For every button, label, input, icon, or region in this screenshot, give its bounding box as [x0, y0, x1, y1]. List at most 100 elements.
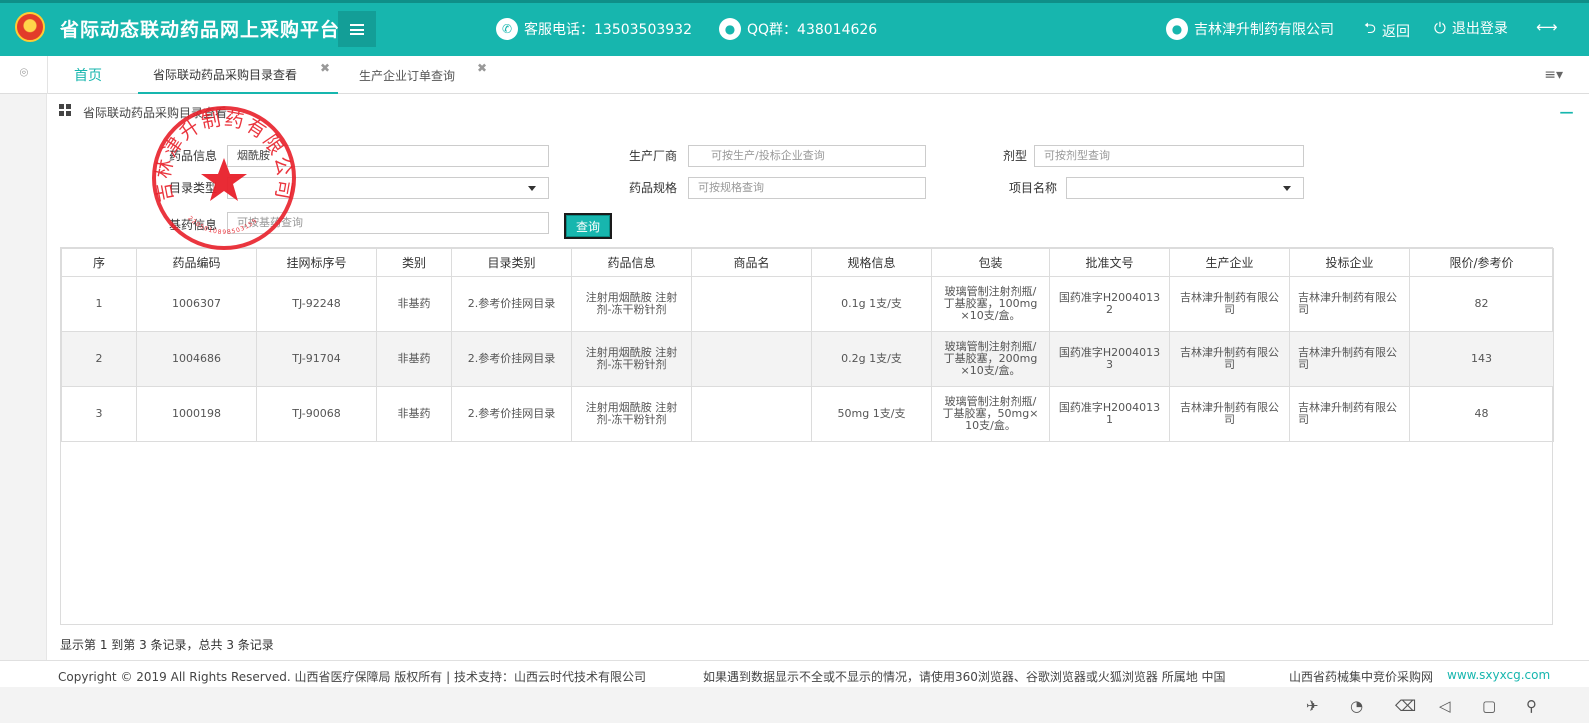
pagination-info: 显示第 1 到第 3 条记录，总共 3 条记录 — [60, 638, 274, 652]
service-phone: ✆ 客服电话：13503503932 — [496, 18, 692, 40]
rocket-icon[interactable]: ✈ — [1306, 697, 1319, 715]
footer: Copyright © 2019 All Rights Reserved. 山西… — [0, 660, 1589, 687]
manufacturer-field[interactable]: 可按生产/投标企业查询 — [688, 145, 926, 167]
arrows-horizontal-icon: ⟷ — [1536, 18, 1558, 36]
cell-trade-name — [691, 386, 812, 442]
project-name-label: 项目名称 — [1008, 181, 1057, 195]
catalog-type-label: 目录类型 — [168, 181, 217, 195]
cell-price: 82 — [1409, 276, 1554, 332]
user-icon: ● — [1166, 18, 1188, 40]
table-row[interactable]: 3 1000198 TJ-90068 非基药 2.参考价挂网目录 注射用烟酰胺 … — [61, 386, 1554, 442]
power-icon: ⏻ — [1434, 19, 1446, 37]
tab-order-query[interactable]: 生产企业订单查询 ✖ — [345, 56, 505, 94]
cell-packaging: 玻璃管制注射剂瓶/丁基胶塞，200mg×10支/盒。 — [931, 331, 1050, 387]
cell-category: 非基药 — [376, 276, 452, 332]
cell-listing-no: TJ-92248 — [256, 276, 377, 332]
panel-header: 省际联动药品采购目录查看 − — [47, 94, 1589, 134]
cell-index: 1 — [61, 276, 137, 332]
speed-icon[interactable]: ◔ — [1350, 697, 1363, 715]
column-header[interactable]: 目录类别 — [451, 248, 572, 277]
cell-drug-code: 1006307 — [136, 276, 257, 332]
cell-approval-no: 国药准字H20040132 — [1049, 276, 1170, 332]
close-icon[interactable]: ✖ — [320, 61, 330, 75]
divider — [47, 56, 48, 94]
window-icon[interactable]: ▢ — [1482, 697, 1496, 715]
cell-index: 3 — [61, 386, 137, 442]
cell-approval-no: 国药准字H20040133 — [1049, 331, 1170, 387]
column-header[interactable]: 药品信息 — [571, 248, 692, 277]
tab-home[interactable]: 首页 — [58, 56, 118, 94]
left-strip — [0, 94, 47, 660]
column-header[interactable]: 投标企业 — [1289, 248, 1410, 277]
project-name-select[interactable] — [1066, 177, 1304, 199]
cell-category: 非基药 — [376, 386, 452, 442]
drug-info-field[interactable]: 烟酰胺 — [227, 145, 549, 167]
cell-packaging: 玻璃管制注射剂瓶/丁基胶塞，50mg×10支/盒。 — [931, 386, 1050, 442]
column-header[interactable]: 挂网标序号 — [256, 248, 377, 277]
current-user[interactable]: ● 吉林津升制药有限公司 — [1166, 18, 1334, 40]
copyright-text: Copyright © 2019 All Rights Reserved. 山西… — [58, 670, 646, 684]
qq-group-text: QQ群：438014626 — [747, 22, 878, 38]
column-header[interactable]: 规格信息 — [811, 248, 932, 277]
tab-order-query-label: 生产企业订单查询 — [359, 68, 456, 83]
qq-group: ● QQ群：438014626 — [719, 18, 877, 40]
manufacturer-label: 生产厂商 — [628, 149, 677, 163]
column-header[interactable]: 序 — [61, 248, 137, 277]
tab-catalog-view[interactable]: 省际联动药品采购目录查看 ✖ — [138, 56, 338, 94]
return-icon: ⮌ — [1364, 19, 1377, 37]
trash-icon[interactable]: ⌫ — [1395, 697, 1416, 715]
cell-approval-no: 国药准字H20040131 — [1049, 386, 1170, 442]
cell-spec: 0.2g 1支/支 — [811, 331, 932, 387]
site-url-link[interactable]: www.sxyxcg.com — [1447, 668, 1550, 682]
back-button[interactable]: ⮌ 返回 — [1364, 18, 1410, 43]
column-header[interactable]: 包装 — [931, 248, 1050, 277]
column-header[interactable]: 商品名 — [691, 248, 812, 277]
cell-drug-code: 1004686 — [136, 331, 257, 387]
tab-options-icon[interactable]: ≡▾ — [1544, 67, 1563, 83]
cell-manufacturer: 吉林津升制药有限公司 — [1169, 386, 1290, 442]
search-icon[interactable]: ⚲ — [1526, 697, 1537, 715]
chevron-down-icon — [1283, 186, 1291, 191]
cell-trade-name — [691, 331, 812, 387]
cell-price: 48 — [1409, 386, 1554, 442]
expand-button[interactable]: ⟷ — [1536, 18, 1558, 36]
location-pin-icon[interactable]: ⌾ — [16, 65, 32, 81]
spec-field[interactable]: 可按规格查询 — [688, 177, 926, 199]
browser-notice: 如果遇到数据显示不全或不显示的情况，请使用360浏览器、谷歌浏览器或火狐浏览器 … — [703, 670, 1226, 684]
cell-price: 143 — [1409, 331, 1554, 387]
cell-drug-info: 注射用烟酰胺 注射剂-冻干粉针剂 — [571, 386, 692, 442]
qq-icon: ● — [719, 18, 741, 40]
emblem-logo — [15, 12, 45, 42]
menu-toggle-button[interactable] — [338, 11, 376, 47]
table-header-row: 序 药品编码 挂网标序号 类别 目录类别 药品信息 商品名 规格信息 包装 批准… — [61, 248, 1554, 277]
tab-bar: ⌾ 首页 省际联动药品采购目录查看 ✖ 生产企业订单查询 ✖ ≡▾ — [0, 56, 1589, 94]
top-header: 省际动态联动药品网上采购平台 ✆ 客服电话：13503503932 ● QQ群：… — [0, 0, 1589, 56]
column-header[interactable]: 限价/参考价 — [1409, 248, 1554, 277]
cell-category: 非基药 — [376, 331, 452, 387]
cell-index: 2 — [61, 331, 137, 387]
query-button[interactable]: 查询 — [566, 215, 610, 237]
table-row[interactable]: 1 1006307 TJ-92248 非基药 2.参考价挂网目录 注射用烟酰胺 … — [61, 276, 1554, 332]
cell-catalog-type: 2.参考价挂网目录 — [451, 276, 572, 332]
base-drug-field[interactable]: 可按基药查询 — [227, 212, 549, 234]
table-row[interactable]: 2 1004686 TJ-91704 非基药 2.参考价挂网目录 注射用烟酰胺 … — [61, 331, 1554, 387]
speaker-icon[interactable]: ◁ — [1439, 697, 1451, 715]
phone-icon: ✆ — [496, 18, 518, 40]
cell-trade-name — [691, 276, 812, 332]
cell-bidder: 吉林津升制药有限公司 — [1289, 276, 1410, 332]
logout-button[interactable]: ⏻ 退出登录 — [1434, 18, 1508, 38]
column-header[interactable]: 类别 — [376, 248, 452, 277]
cell-listing-no: TJ-90068 — [256, 386, 377, 442]
column-header[interactable]: 药品编码 — [136, 248, 257, 277]
catalog-type-select[interactable] — [227, 177, 549, 199]
column-header[interactable]: 生产企业 — [1169, 248, 1290, 277]
chevron-down-icon — [528, 186, 536, 191]
close-icon[interactable]: ✖ — [477, 61, 487, 75]
cell-catalog-type: 2.参考价挂网目录 — [451, 331, 572, 387]
cell-listing-no: TJ-91704 — [256, 331, 377, 387]
cell-catalog-type: 2.参考价挂网目录 — [451, 386, 572, 442]
cell-manufacturer: 吉林津升制药有限公司 — [1169, 276, 1290, 332]
dosage-form-field[interactable]: 可按剂型查询 — [1034, 145, 1304, 167]
collapse-icon[interactable]: − — [1558, 100, 1575, 124]
column-header[interactable]: 批准文号 — [1049, 248, 1170, 277]
